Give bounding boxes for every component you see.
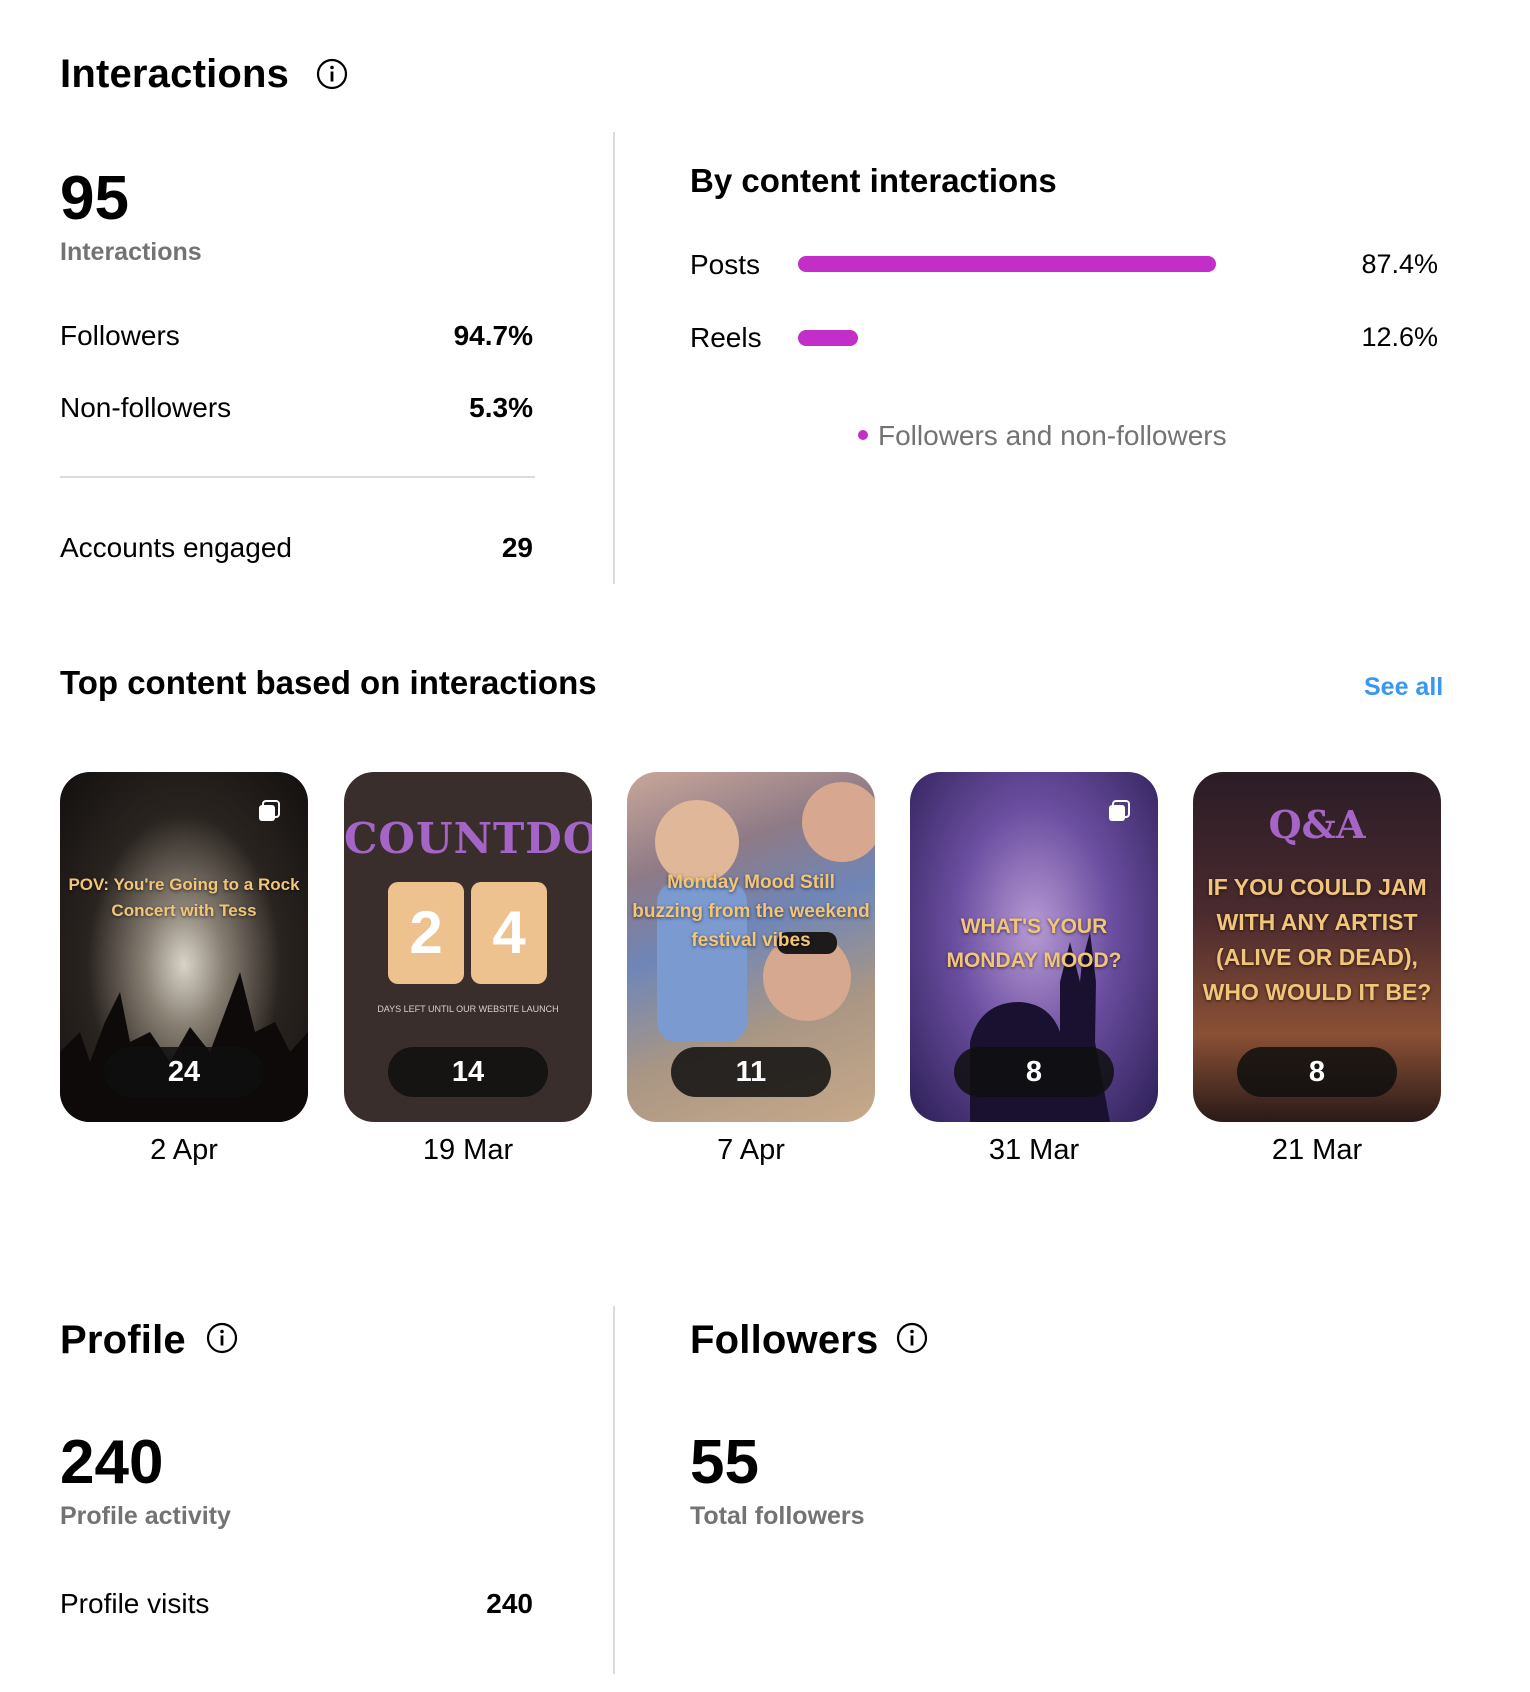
see-all-link[interactable]: See all	[1364, 673, 1443, 702]
content-card[interactable]: Monday Mood Still buzzing from the weeke…	[627, 772, 875, 1122]
info-icon[interactable]	[316, 58, 348, 90]
divider	[60, 476, 535, 478]
accounts-engaged-value: 29	[501, 532, 533, 563]
interaction-count: 8	[954, 1047, 1114, 1097]
reels-value: 12.6%	[1361, 322, 1438, 352]
card-caption: Monday Mood Still buzzing from the weeke…	[632, 872, 870, 951]
non-followers-label: Non-followers	[60, 392, 232, 423]
card-date: 31 Mar	[988, 1134, 1080, 1166]
carousel-icon	[259, 800, 280, 821]
interactions-title: Interactions	[60, 52, 290, 96]
followers-title: Followers	[690, 1318, 879, 1362]
content-card[interactable]: WHAT'S YOUR MONDAY MOOD? 8	[910, 772, 1158, 1122]
non-followers-value: 5.3%	[469, 392, 533, 423]
card-caption-title: Q&A	[1268, 802, 1366, 847]
countdown-digit: 4	[471, 882, 547, 984]
by-content-title: By content interactions	[690, 162, 1057, 199]
posts-value: 87.4%	[1361, 249, 1438, 279]
legend-dot-icon	[858, 429, 868, 440]
profile-title: Profile	[60, 1318, 186, 1362]
card-caption: POV: You're Going to a Rock Concert with…	[68, 875, 300, 920]
posts-bar	[798, 256, 1318, 272]
interaction-count: 24	[104, 1047, 264, 1097]
card-caption: WHAT'S YOUR MONDAY MOOD?	[946, 915, 1122, 972]
card-date: 19 Mar	[422, 1134, 514, 1166]
info-icon[interactable]	[896, 1322, 928, 1354]
card-caption: COUNTDOWN	[344, 814, 592, 863]
vertical-divider	[613, 1306, 615, 1674]
top-content-title: Top content based on interactions	[60, 664, 597, 701]
interactions-total-label: Interactions	[60, 238, 202, 266]
legend-label: Followers and non-followers	[878, 420, 1227, 451]
interaction-count: 11	[671, 1047, 831, 1097]
interactions-total: 95	[60, 164, 129, 233]
card-caption: IF YOU COULD JAM WITH ANY ARTIST (ALIVE …	[1202, 874, 1432, 1005]
card-date: 7 Apr	[717, 1134, 785, 1166]
countdown-digit: 2	[388, 882, 464, 984]
followers-total: 55	[690, 1428, 759, 1497]
reels-label: Reels	[690, 322, 762, 353]
card-date: 21 Mar	[1271, 1134, 1363, 1166]
profile-visits-label: Profile visits	[60, 1588, 210, 1619]
card-small-caption: DAYS LEFT UNTIL OUR WEBSITE LAUNCH	[377, 1004, 559, 1014]
reels-bar-fill	[798, 330, 858, 346]
info-icon[interactable]	[206, 1322, 238, 1354]
reels-bar	[798, 330, 1318, 346]
accounts-engaged-label: Accounts engaged	[60, 532, 292, 563]
interaction-count: 8	[1237, 1047, 1397, 1097]
followers-value: 94.7%	[453, 320, 533, 351]
carousel-icon	[1109, 800, 1130, 821]
content-card[interactable]: Q&A IF YOU COULD JAM WITH ANY ARTIST (AL…	[1193, 772, 1441, 1122]
profile-total: 240	[60, 1428, 164, 1497]
profile-visits-value: 240	[486, 1588, 533, 1619]
content-card[interactable]: POV: You're Going to a Rock Concert with…	[60, 772, 308, 1122]
followers-total-label: Total followers	[690, 1502, 865, 1530]
posts-bar-fill	[798, 256, 1216, 272]
interaction-count: 14	[388, 1047, 548, 1097]
content-card[interactable]: COUNTDOWN 2 4 DAYS LEFT UNTIL OUR WEBSIT…	[344, 772, 592, 1122]
card-date: 2 Apr	[150, 1134, 218, 1166]
posts-label: Posts	[690, 249, 761, 280]
followers-label: Followers	[60, 320, 180, 351]
profile-total-label: Profile activity	[60, 1502, 231, 1530]
vertical-divider	[613, 132, 615, 584]
legend: Followers and non-followers	[858, 420, 1227, 452]
